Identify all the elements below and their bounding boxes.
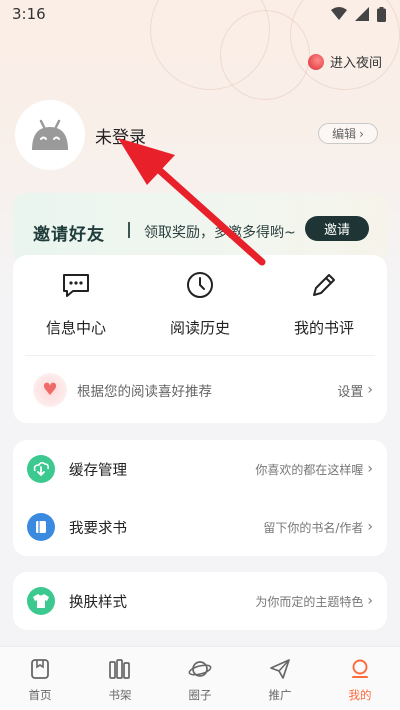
list-item-title: 我要求书 <box>69 520 127 537</box>
night-mode-icon <box>307 53 324 70</box>
download-icon <box>27 455 55 483</box>
home-icon <box>27 656 53 682</box>
quick-action-message-center[interactable]: 信息中心 <box>21 267 131 338</box>
list-item-cache-management[interactable]: 缓存管理 你喜欢的都在这样喔 › <box>13 440 387 498</box>
nav-tab-promotion[interactable]: 推广 <box>240 647 320 710</box>
quick-action-my-reviews[interactable]: 我的书评 <box>269 267 379 338</box>
chevron-right-icon: › <box>359 126 364 141</box>
planet-icon <box>187 656 213 682</box>
chevron-right-icon: › <box>367 519 373 535</box>
recommend-row[interactable]: ♥ 根据您的阅读喜好推荐 设置 › <box>33 373 373 407</box>
avatar[interactable] <box>15 100 85 170</box>
night-mode-toggle[interactable]: 进入夜间 <box>307 52 382 71</box>
list-item-title: 换肤样式 <box>69 594 127 611</box>
message-icon <box>58 267 94 303</box>
book-icon <box>27 513 55 541</box>
edit-label: 编辑 <box>332 127 357 141</box>
invite-divider <box>128 222 130 238</box>
bottom-nav: 首页 书架 圈子 推广 我的 <box>0 646 400 710</box>
chevron-right-icon: › <box>367 382 373 398</box>
nav-tab-profile[interactable]: 我的 <box>320 647 400 710</box>
edit-profile-button[interactable]: 编辑 › <box>318 123 378 144</box>
pen-icon <box>306 267 342 303</box>
quick-actions-card: 信息中心 阅读历史 我的书评 ♥ 根据您的阅读喜好推荐 设置 › <box>13 255 387 423</box>
list-item-skin-style[interactable]: 换肤样式 为你而定的主题特色 › <box>13 572 387 630</box>
nav-tab-home[interactable]: 首页 <box>0 647 80 710</box>
chevron-right-icon: › <box>367 461 373 477</box>
nav-tab-circle[interactable]: 圈子 <box>160 647 240 710</box>
paper-plane-icon <box>267 656 293 682</box>
heart-icon: ♥ <box>33 373 67 407</box>
quick-action-label: 我的书评 <box>293 319 354 337</box>
nav-label: 圈子 <box>188 688 212 702</box>
signal-icon <box>355 7 369 21</box>
invite-title: 邀请好友 <box>33 225 105 245</box>
status-time: 3:16 <box>12 5 46 23</box>
recommend-setting-button[interactable]: 设置 › <box>337 381 373 400</box>
settings-card-1: 缓存管理 你喜欢的都在这样喔 › 我要求书 留下你的书名/作者 › <box>13 440 387 556</box>
invite-button[interactable]: 邀请 <box>305 216 369 241</box>
nav-label: 首页 <box>28 688 52 702</box>
settings-card-2: 换肤样式 为你而定的主题特色 › <box>13 572 387 630</box>
invite-subtitle: 领取奖励，多邀多得哟~ <box>144 225 296 241</box>
setting-label: 设置 <box>337 384 364 400</box>
recommend-text: 根据您的阅读喜好推荐 <box>77 384 212 400</box>
login-status-label[interactable]: 未登录 <box>95 123 146 148</box>
status-bar: 3:16 <box>0 0 400 28</box>
list-item-hint: 你喜欢的都在这样喔 <box>255 462 364 477</box>
list-item-title: 缓存管理 <box>69 462 127 479</box>
quick-action-label: 阅读历史 <box>169 319 230 337</box>
night-mode-label: 进入夜间 <box>329 56 382 71</box>
profile-icon <box>347 656 373 682</box>
clock-icon <box>182 267 218 303</box>
battery-icon <box>377 6 386 22</box>
chevron-right-icon: › <box>367 593 373 609</box>
quick-action-label: 信息中心 <box>45 319 106 337</box>
robot-avatar-icon <box>32 119 68 150</box>
list-item-hint: 为你而定的主题特色 <box>255 594 364 609</box>
shirt-icon <box>27 587 55 615</box>
nav-tab-bookshelf[interactable]: 书架 <box>80 647 160 710</box>
quick-action-reading-history[interactable]: 阅读历史 <box>145 267 255 338</box>
divider <box>25 355 375 356</box>
nav-label: 我的 <box>348 688 372 702</box>
list-item-request-book[interactable]: 我要求书 留下你的书名/作者 › <box>13 498 387 556</box>
list-item-hint: 留下你的书名/作者 <box>263 520 364 535</box>
bookshelf-icon <box>107 656 133 682</box>
nav-label: 书架 <box>108 688 132 702</box>
nav-label: 推广 <box>268 688 292 702</box>
wifi-icon <box>331 7 347 20</box>
